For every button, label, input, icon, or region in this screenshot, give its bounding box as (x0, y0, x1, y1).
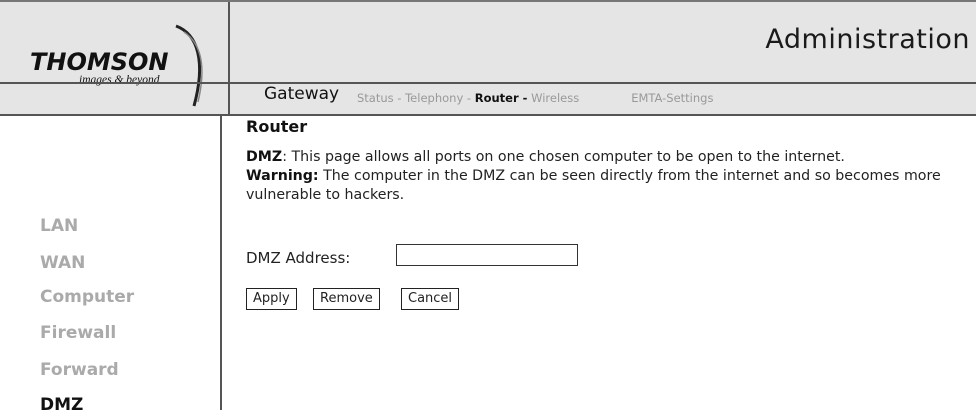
sidebar-item-computer[interactable]: Computer (40, 287, 134, 307)
description: DMZ: This page allows all ports on one c… (246, 148, 966, 205)
logo-area: THOMSON images & beyond (0, 2, 230, 116)
dmz-term: DMZ (246, 149, 283, 165)
brand-tagline: images & beyond (79, 74, 160, 86)
sidebar-item-dmz[interactable]: DMZ (40, 395, 83, 415)
dmz-description: : This page allows all ports on one chos… (282, 149, 845, 165)
nav-router[interactable]: Router - (475, 91, 528, 105)
brand-logo: THOMSON (30, 48, 169, 76)
warning-description: The computer in the DMZ can be seen dire… (246, 168, 941, 203)
page-title: Router (246, 117, 308, 136)
swoosh-icon (175, 24, 203, 107)
top-nav: Status - Telephony - Router - Wireless E… (357, 91, 713, 105)
sidebar-item-wan[interactable]: WAN (40, 253, 85, 273)
remove-button[interactable]: Remove (313, 288, 380, 310)
header: THOMSON images & beyond Administration G… (0, 0, 976, 116)
sidebar-item-lan[interactable]: LAN (40, 216, 78, 236)
header-divider (0, 82, 976, 84)
section-label: Gateway (264, 84, 340, 104)
sidebar-item-firewall[interactable]: Firewall (40, 323, 116, 343)
dmz-address-label: DMZ Address: (246, 249, 351, 267)
nav-wireless[interactable]: Wireless (531, 91, 579, 105)
cancel-button[interactable]: Cancel (401, 288, 460, 310)
nav-status[interactable]: Status - (357, 91, 401, 105)
nav-emta-settings[interactable]: EMTA-Settings (631, 91, 713, 105)
sidebar: LAN WAN Computer Firewall Forward DMZ (0, 116, 222, 415)
page-header-title: Administration (765, 24, 970, 55)
sidebar-item-forward[interactable]: Forward (40, 360, 119, 380)
warning-term: Warning: (246, 168, 319, 184)
nav-telephony[interactable]: Telephony - (405, 91, 471, 105)
apply-button[interactable]: Apply (246, 288, 297, 310)
dmz-address-input[interactable] (396, 244, 578, 266)
